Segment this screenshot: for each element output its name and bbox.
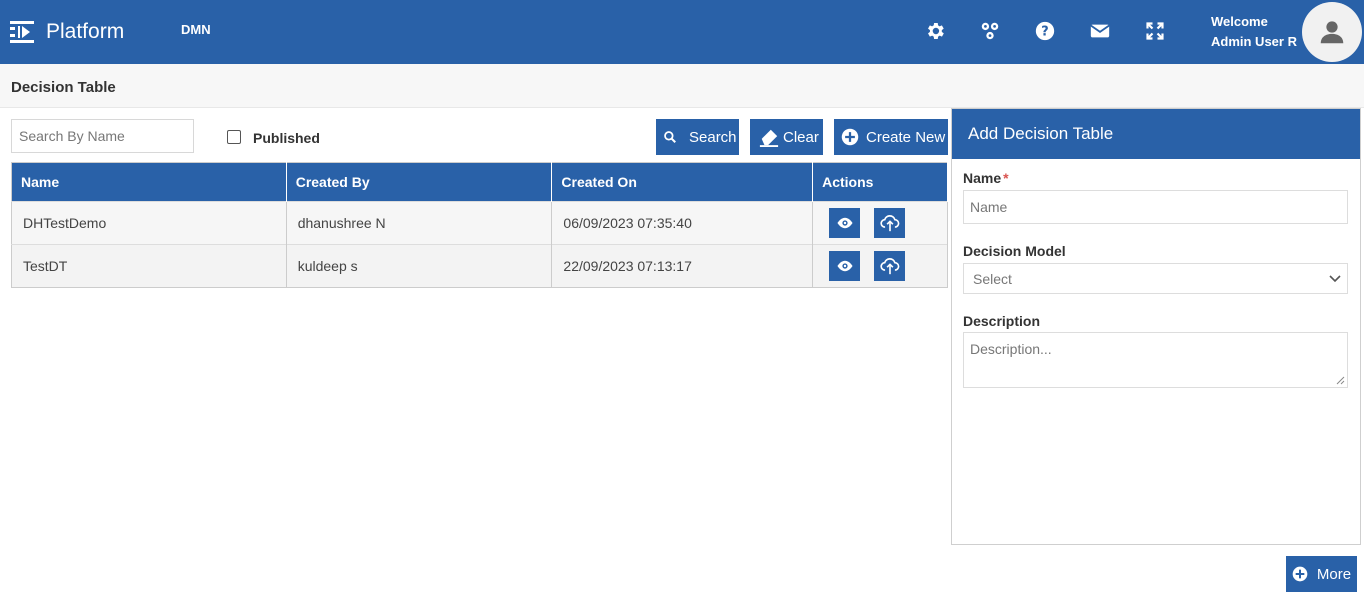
column-header-actions: Actions [812,162,948,202]
decision-model-value: Select [973,270,1012,287]
view-icon [837,260,853,272]
avatar[interactable] [1302,2,1362,62]
upload-icon [879,258,899,275]
create-new-label: Create New [866,128,946,146]
column-header-name[interactable]: Name [11,162,287,202]
table-header-row: Name Created By Created On Actions [11,162,948,202]
eraser-icon [759,129,779,147]
add-decision-table-panel: Add Decision Table Name * Name Decision M… [951,108,1361,545]
resize-handle-icon [1336,376,1345,385]
mail-icon[interactable] [1088,19,1112,43]
description-placeholder: Description... [970,341,1052,357]
search-input[interactable] [11,119,194,153]
view-button[interactable] [829,251,861,281]
help-icon[interactable]: ? [1033,19,1057,43]
upload-button[interactable] [874,208,905,238]
decision-table-grid: Name Created By Created On Actions DHTes… [11,162,948,288]
column-header-created-on[interactable]: Created On [551,162,814,202]
view-icon [837,217,853,229]
upload-button[interactable] [874,251,905,281]
description-label: Description [963,313,1041,329]
clear-button-label: Clear [783,128,819,146]
chevron-down-icon [1329,274,1341,282]
panel-title: Add Decision Table [952,109,1360,159]
column-header-created-by[interactable]: Created By [286,162,553,202]
page-title: Decision Table [11,79,116,96]
top-bar: Platform DMN ? Welcome Admin User R [0,0,1364,64]
upload-icon [879,215,899,232]
welcome-label: Welcome [1211,14,1268,29]
plus-circle-icon [841,128,859,146]
cell-actions [812,244,948,288]
cell-name: DHTestDemo [11,201,287,245]
more-button-label: More [1316,565,1352,583]
svg-text:?: ? [1041,25,1048,40]
name-label: Name * [963,170,1009,186]
fullscreen-icon[interactable] [1143,19,1167,43]
description-textarea[interactable]: Description... [963,332,1348,388]
name-input[interactable]: Name [963,190,1348,224]
app-title: Platform [46,20,125,43]
welcome-text: Welcome Admin User R [1211,12,1297,52]
workflow-icon[interactable] [978,19,1002,43]
page-header: Decision Table [0,64,1364,108]
published-checkbox[interactable] [227,130,241,144]
user-icon [1320,21,1344,44]
decision-model-label: Decision Model [963,243,1066,259]
decision-model-select[interactable]: Select [963,263,1348,294]
cell-actions [812,201,948,245]
required-marker: * [1003,170,1009,186]
name-label-text: Name [963,170,1002,186]
cell-created-by: dhanushree N [286,201,553,245]
create-new-button[interactable]: Create New [834,119,948,155]
menu-toggle-icon[interactable] [10,20,36,44]
search-button-label: Search [689,128,737,146]
cell-created-on: 22/09/2023 07:13:17 [551,244,814,288]
clear-button[interactable]: Clear [750,119,823,155]
table-row[interactable]: TestDT kuldeep s 22/09/2023 07:13:17 [11,244,948,288]
brand[interactable]: Platform [10,17,124,47]
search-button[interactable]: Search [656,119,739,155]
search-icon [664,131,676,143]
settings-icon[interactable] [923,19,947,43]
table-row[interactable]: DHTestDemo dhanushree N 06/09/2023 07:35… [11,201,948,245]
module-name[interactable]: DMN [181,22,211,37]
cell-created-on: 06/09/2023 07:35:40 [551,201,814,245]
plus-circle-icon [1292,566,1308,582]
cell-created-by: kuldeep s [286,244,553,288]
more-button[interactable]: More [1286,556,1357,592]
view-button[interactable] [829,208,861,238]
published-label: Published [253,130,320,146]
user-name: Admin User R [1211,34,1297,49]
cell-name: TestDT [11,244,287,288]
name-placeholder: Name [970,199,1008,215]
